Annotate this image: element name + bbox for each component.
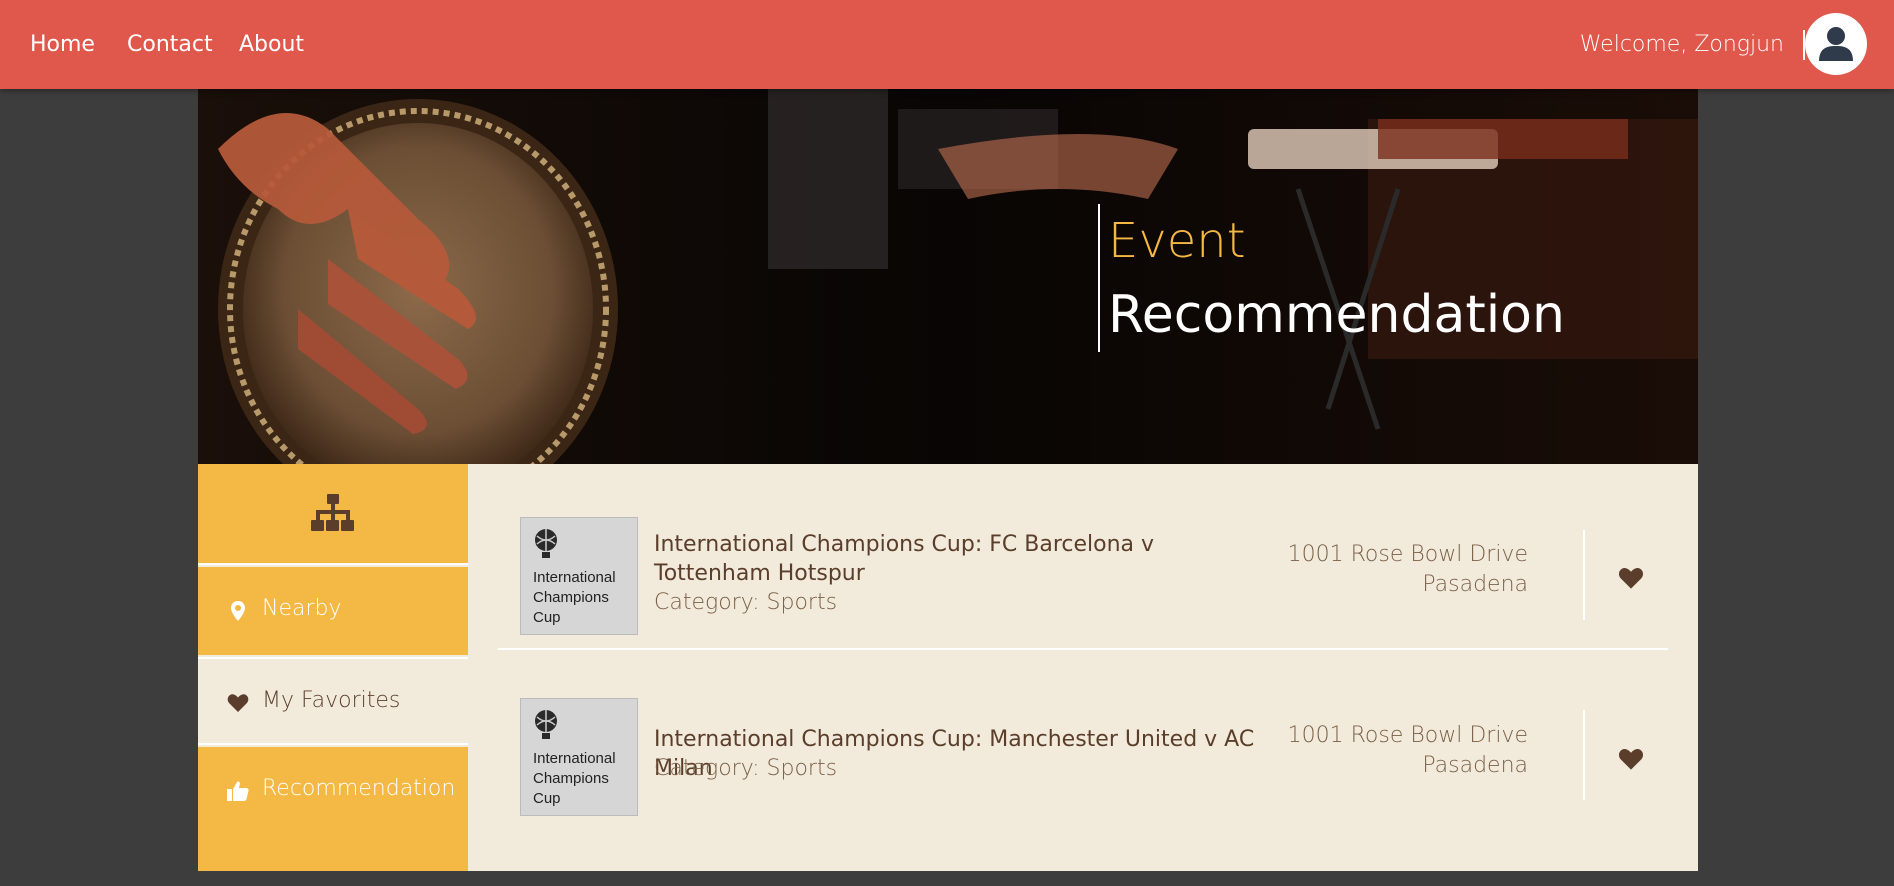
welcome-text: Welcome, Zongjun — [1579, 32, 1784, 57]
sidebar-item-label: My Favorites — [262, 688, 401, 713]
address-line: 1001 Rose Bowl Drive — [1287, 723, 1528, 748]
user-avatar[interactable] — [1805, 13, 1867, 75]
event-item: International Champions Cup Internationa… — [498, 645, 1668, 816]
top-navbar: Home Contact About Welcome, Zongjun — [0, 0, 1894, 89]
user-icon — [1819, 27, 1853, 61]
address-city: Pasadena — [1422, 753, 1528, 778]
thumbnail-text: Cup — [533, 609, 561, 626]
event-list: International Champions Cup Internationa… — [468, 464, 1698, 871]
nav-contact-link[interactable]: Contact — [127, 30, 213, 60]
page-container: Event Recommendation Nearby My Favorites… — [198, 89, 1698, 871]
event-category: Category: Sports — [654, 756, 838, 781]
event-thumbnail[interactable]: International Champions Cup — [520, 517, 638, 635]
sidebar-item-recommendation[interactable]: Recommendation — [198, 747, 468, 871]
address-line: 1001 Rose Bowl Drive — [1287, 542, 1528, 567]
thumbnail-text: International — [533, 750, 616, 767]
hero-title: Event Recommendation — [1098, 204, 1565, 352]
event-address: 1001 Rose Bowl Drive Pasadena — [1288, 721, 1528, 781]
trophy-logo-icon — [535, 529, 557, 558]
sidebar-header — [198, 464, 468, 565]
heart-icon — [227, 694, 249, 712]
hero-banner: Event Recommendation — [198, 89, 1698, 464]
thumbnail-text: Champions — [533, 770, 609, 787]
favorite-heart-icon[interactable] — [1617, 564, 1645, 590]
hero-title-event: Event — [1108, 213, 1246, 269]
event-category: Category: Sports — [654, 590, 838, 615]
sidebar-item-favorites[interactable]: My Favorites — [198, 657, 468, 745]
thumbs-up-icon — [227, 781, 249, 801]
sidebar-item-nearby[interactable]: Nearby — [198, 567, 468, 655]
thumbnail-text: Champions — [533, 589, 609, 606]
sitemap-icon — [311, 494, 354, 531]
nav-home-link[interactable]: Home — [30, 30, 95, 60]
event-name[interactable]: International Champions Cup: FC Barcelon… — [654, 530, 1274, 588]
event-address: 1001 Rose Bowl Drive Pasadena — [1288, 540, 1528, 600]
favorite-heart-icon[interactable] — [1617, 745, 1645, 771]
sidebar: Nearby My Favorites Recommendation — [198, 464, 468, 871]
nav-about-link[interactable]: About — [239, 30, 304, 60]
sidebar-item-label: Nearby — [262, 596, 342, 621]
address-city: Pasadena — [1422, 572, 1528, 597]
event-item: International Champions Cup Internationa… — [498, 464, 1668, 635]
divider — [1583, 530, 1585, 620]
thumbnail-text: International — [533, 569, 616, 586]
map-marker-icon — [231, 601, 245, 621]
trophy-logo-icon — [535, 710, 557, 739]
sidebar-item-label: Recommendation — [262, 776, 456, 801]
event-thumbnail[interactable]: International Champions Cup — [520, 698, 638, 816]
divider — [1583, 710, 1585, 800]
thumbnail-text: Cup — [533, 790, 561, 807]
hero-title-recommendation: Recommendation — [1108, 285, 1565, 345]
